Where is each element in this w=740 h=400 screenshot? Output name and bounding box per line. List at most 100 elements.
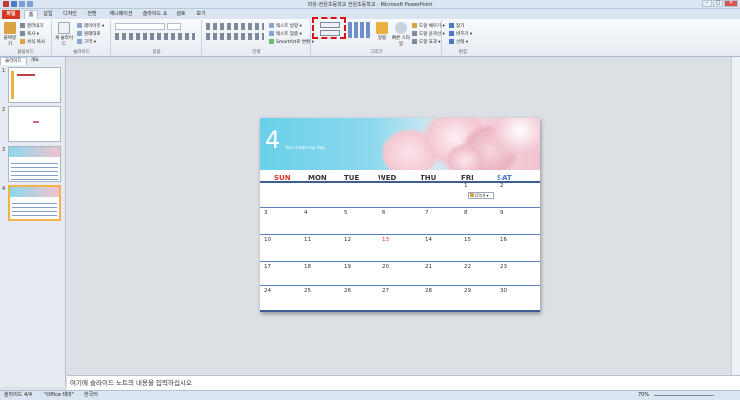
week-divider bbox=[260, 234, 540, 235]
arrange-button[interactable]: 정렬 bbox=[374, 22, 390, 41]
tab-design[interactable]: 디자인 bbox=[60, 10, 80, 19]
date-cell[interactable]: 8 bbox=[464, 210, 468, 216]
date-cell[interactable]: 26 bbox=[344, 288, 351, 294]
vertical-scrollbar[interactable] bbox=[731, 57, 740, 375]
copy-icon bbox=[20, 31, 25, 36]
quick-styles-label: 빠른 스타일 bbox=[392, 36, 410, 47]
quick-styles-icon bbox=[395, 22, 407, 34]
minimize-button[interactable]: – bbox=[702, 0, 712, 7]
date-cell[interactable]: 7 bbox=[425, 210, 429, 216]
shapes-gallery[interactable] bbox=[348, 22, 372, 38]
shape-fill-button[interactable]: 도형 채우기 ▾ bbox=[412, 22, 445, 29]
thumb-number-3: 3 bbox=[2, 147, 6, 153]
date-cell[interactable]: 5 bbox=[344, 210, 348, 216]
shape-effects-button[interactable]: 도형 효과 ▾ bbox=[412, 38, 441, 45]
date-cell[interactable]: 22 bbox=[464, 264, 471, 270]
slides-group: 새 슬라이드 레이아웃 ▾ 원래대로 구역 ▾ 슬라이드 bbox=[53, 20, 111, 56]
date-cell[interactable]: 28 bbox=[425, 288, 432, 294]
slide-thumb-4[interactable] bbox=[8, 185, 61, 221]
align-text-button[interactable]: 텍스트 맞춤 ▾ bbox=[269, 30, 302, 37]
shape-outline-button[interactable]: 도형 윤곽선 ▾ bbox=[412, 30, 445, 37]
date-cell[interactable]: 2 bbox=[500, 183, 504, 189]
date-cell[interactable]: 17 bbox=[264, 264, 271, 270]
reset-button[interactable]: 원래대로 bbox=[77, 30, 101, 37]
date-cell[interactable]: 23 bbox=[500, 264, 507, 270]
slide-thumb-3[interactable] bbox=[8, 146, 61, 182]
section-label: 구역 ▾ bbox=[84, 39, 96, 45]
drawing-group-label: 그리기 bbox=[370, 50, 383, 55]
tab-slides[interactable]: 슬라이드 bbox=[0, 57, 27, 65]
date-cell[interactable]: 13 bbox=[382, 237, 389, 243]
slide-thumb-2[interactable] bbox=[8, 106, 61, 142]
tab-outline[interactable]: 개요 bbox=[27, 57, 43, 65]
date-cell[interactable]: 3 bbox=[264, 210, 268, 216]
tab-file[interactable]: 파일 bbox=[2, 10, 20, 19]
tab-home[interactable]: 홈 bbox=[24, 10, 38, 19]
header-separator bbox=[500, 170, 501, 181]
date-cell[interactable]: 11 bbox=[304, 237, 311, 243]
select-button[interactable]: 선택 ▾ bbox=[449, 38, 468, 45]
date-cell[interactable]: 30 bbox=[500, 288, 507, 294]
shape-outline-label: 도형 윤곽선 ▾ bbox=[419, 31, 445, 37]
align-text-icon bbox=[269, 31, 274, 36]
reset-label: 원래대로 bbox=[84, 31, 101, 37]
cut-button[interactable]: 잘라내기 bbox=[20, 22, 44, 29]
quick-styles-button[interactable]: 빠른 스타일 bbox=[392, 22, 410, 47]
tab-slideshow[interactable]: 슬라이드 쇼 bbox=[140, 10, 170, 19]
date-cell[interactable]: 1 bbox=[464, 183, 468, 189]
date-cell[interactable]: 24 bbox=[264, 288, 271, 294]
date-cell[interactable]: 15 bbox=[464, 237, 471, 243]
zoom-slider[interactable] bbox=[654, 395, 714, 396]
replace-button[interactable]: 바꾸기 ▾ bbox=[449, 30, 472, 37]
tab-review[interactable]: 검토 bbox=[174, 10, 188, 19]
date-cell[interactable]: 20 bbox=[382, 264, 389, 270]
font-format-buttons[interactable] bbox=[115, 33, 195, 40]
find-button[interactable]: 찾기 bbox=[449, 22, 464, 29]
language[interactable]: 한국어 bbox=[84, 391, 98, 400]
close-button[interactable]: ✕ bbox=[724, 0, 738, 7]
tab-animations[interactable]: 애니메이션 bbox=[106, 10, 136, 19]
new-slide-icon bbox=[58, 22, 70, 34]
layout-button[interactable]: 레이아웃 ▾ bbox=[77, 22, 104, 29]
tab-view[interactable]: 보기 bbox=[194, 10, 208, 19]
date-cell[interactable]: 18 bbox=[304, 264, 311, 270]
list-buttons[interactable] bbox=[206, 23, 264, 30]
calendar-slide[interactable]: 4 You made my day SUN MON TUE WED THU FRI SAT 1… bbox=[260, 118, 540, 312]
maximize-button[interactable]: □ bbox=[713, 0, 723, 7]
date-cell[interactable]: 4 bbox=[304, 210, 308, 216]
copy-button[interactable]: 복사 ▾ bbox=[20, 30, 39, 37]
font-size-box[interactable] bbox=[167, 23, 181, 30]
slide-thumb-1[interactable] bbox=[8, 67, 61, 103]
paste-button[interactable]: 붙여넣기 bbox=[2, 22, 18, 47]
font-name-box[interactable] bbox=[115, 23, 165, 30]
date-cell[interactable]: 12 bbox=[344, 237, 351, 243]
date-cell[interactable]: 9 bbox=[500, 210, 504, 216]
tab-insert[interactable]: 삽입 bbox=[40, 10, 56, 19]
date-cell[interactable]: 25 bbox=[304, 288, 311, 294]
layout-icon bbox=[77, 23, 82, 28]
date-cell[interactable]: 6 bbox=[382, 210, 386, 216]
new-slide-button[interactable]: 새 슬라이드 bbox=[55, 22, 73, 47]
section-icon bbox=[77, 39, 82, 44]
zoom-level[interactable]: 70% bbox=[638, 391, 649, 400]
header-separator bbox=[380, 170, 381, 181]
date-cell[interactable]: 27 bbox=[382, 288, 389, 294]
date-cell[interactable]: 10 bbox=[264, 237, 271, 243]
date-cell[interactable]: 29 bbox=[464, 288, 471, 294]
text-direction-button[interactable]: 텍스트 방향 ▾ bbox=[269, 22, 302, 29]
date-cell[interactable]: 16 bbox=[500, 237, 507, 243]
paste-options-label: (Ctrl) ▾ bbox=[475, 193, 489, 198]
date-cell[interactable]: 14 bbox=[425, 237, 432, 243]
date-cell[interactable]: 19 bbox=[344, 264, 351, 270]
clipboard-group-label: 클립보드 bbox=[17, 50, 34, 55]
paste-options-button[interactable]: (Ctrl) ▾ bbox=[468, 192, 494, 199]
notes-pane[interactable]: 여기에 슬라이드 노트의 내용을 입력하십시오 bbox=[67, 375, 740, 390]
align-buttons[interactable] bbox=[206, 33, 264, 40]
date-cell[interactable]: 21 bbox=[425, 264, 432, 270]
shape-effects-label: 도형 효과 ▾ bbox=[419, 39, 441, 45]
smartart-button[interactable]: SmartArt로 변환 ▾ bbox=[269, 38, 314, 45]
format-painter-button[interactable]: 서식 복사 bbox=[20, 38, 45, 45]
week-divider bbox=[260, 310, 540, 312]
tab-transitions[interactable]: 전환 bbox=[84, 10, 100, 19]
section-button[interactable]: 구역 ▾ bbox=[77, 38, 96, 45]
